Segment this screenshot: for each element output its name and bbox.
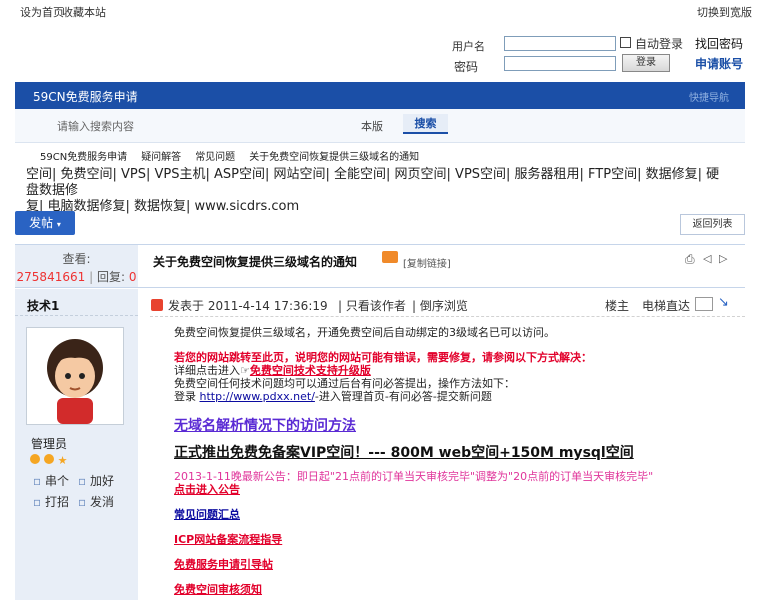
sun-icon [43,454,54,464]
breadcrumb-item[interactable]: 59CN免费服务申请 [40,152,127,163]
new-post-button[interactable]: 发帖 ▾ [15,211,75,235]
online-status-icon [151,299,163,311]
author-sidebar: 技术1 管理员 ★ ▫ 串个 ▫ 加好 ▫ 打招 ▫ 发消 [15,289,138,600]
only-author-link[interactable]: | 只看该作者 [338,297,406,314]
post-meta-bar: 发表于 2011-4-14 17:36:19 | 只看该作者 | 倒序浏览 楼主… [150,295,745,317]
stats-separator: | [89,270,94,284]
poke-icon: ▫ [33,495,42,509]
pipe-separator: | [412,299,420,313]
announcement-text: 2013-1-11晚最新公告：即日起"21点前的订单当天审核完毕"调整为"20点… [174,470,654,483]
pdxx-link[interactable]: http://www.pdxx.net/ [200,390,315,403]
reverse-order-link[interactable]: | 倒序浏览 [412,297,468,314]
search-button[interactable]: 搜索 [403,114,448,134]
poke-label: 打招 [44,495,69,509]
auto-login-label: 自动登录 [635,37,684,51]
register-link[interactable]: 申请账号 [695,55,743,72]
content-paragraph: 免费空间恢复提供三级域名，开通免费空间后自动绑定的3级域名已可以访问。 [174,326,555,339]
views-label: 查看: [62,252,91,266]
hot-icon [382,251,398,263]
content-prefix: 登录 [174,390,196,403]
caret-down-icon: ▾ [56,220,61,229]
add-friend-label: 加好 [89,474,114,488]
poke-link[interactable]: ▫ 打招 [33,493,69,510]
sidebar-divider [15,315,138,316]
ad-line: 复| 电脑数据修复| 数据恢复| www.sicdrs.com [26,199,300,214]
replies-label: 回复: [96,270,125,284]
add-user-icon: ▫ [78,474,87,488]
send-message-label: 串个 [44,474,69,488]
next-thread-icon[interactable]: ▷ [719,252,727,265]
add-friend-link[interactable]: ▫ 加好 [78,472,114,489]
rank-icons: ★ [30,453,68,467]
content-warning: 若您的网站跳转至此页，说明您的网站可能有错误，需要修复，请参阅以下方式解决： [174,351,592,364]
send-message-link[interactable]: ▫ 串个 [33,472,69,489]
search-bar: 请输入搜索内容 本版 搜索 [15,109,745,143]
go-arrow-icon[interactable]: ↘ [718,295,729,310]
floor-label: 楼主 [605,299,630,313]
breadcrumb-item[interactable]: 疑问解答 [141,152,181,163]
avatar[interactable] [26,327,124,425]
jump-floor-label: 电梯直达 [642,299,691,313]
send-pm-link[interactable]: ▫ 发消 [78,493,114,510]
replies-count: 0 [128,270,137,284]
content-suffix: -进入管理首页-有问必答-提交新问题 [314,390,492,403]
breadcrumb-item[interactable]: 常见问题 [195,152,235,163]
apply-guide-link[interactable]: 免费服务申请引导帖 [174,558,734,571]
sun-icon [30,454,40,464]
post-content: 免费空间恢复提供三级域名，开通免费空间后自动绑定的3级域名已可以访问。 若您的网… [174,326,734,596]
post-label: 发帖 [29,216,54,230]
announcement-link[interactable]: 点击进入公告 [174,483,734,496]
pipe-separator: | [338,299,346,313]
breadcrumb: 59CN免费服务申请 疑问解答 常见问题 关于免费空间恢复提供三级域名的通知 [40,148,433,163]
search-scope-select[interactable]: 本版 [361,118,383,134]
only-author-label: 只看该作者 [345,299,406,313]
avatar-illustration [27,328,123,424]
vip-space-link[interactable]: 正式推出免费免备案VIP空间！--- 800M web空间+150M mysql… [174,444,734,462]
switch-wide-link[interactable]: 切换到宽版 [697,4,752,20]
envelope-icon: ▫ [78,495,87,509]
password-input[interactable] [504,56,616,71]
search-input[interactable]: 请输入搜索内容 [57,118,134,134]
faq-link[interactable]: 常见问题汇总 [174,508,734,521]
star-icon: ★ [57,454,68,467]
back-to-list-button[interactable]: 返回列表 [680,214,745,235]
auto-login-checkbox[interactable] [620,37,631,48]
message-icon: ▫ [33,474,42,488]
forgot-password-link[interactable]: 找回密码 [695,35,743,52]
quick-nav-link[interactable]: 快捷导航 [689,89,729,104]
ad-line: 空间| 免费空间| VPS| VPS主机| ASP空间| 网站空间| 全能空间|… [26,167,720,198]
views-count: 275841661 [16,270,86,284]
reverse-order-label: 倒序浏览 [419,299,468,313]
content-paragraph: 免费空间任何技术问题均可以通过后台有问必答提出，操作方法如下： [174,377,515,390]
thread-stats: 查看: 275841661 | 回复: 0 [15,245,138,287]
jump-floor-input[interactable] [695,297,713,311]
username-input[interactable] [504,36,616,51]
prev-thread-icon[interactable]: ◁ [703,252,711,265]
post-time: 发表于 2011-4-14 17:36:19 [168,299,328,313]
author-group: 管理员 [31,437,68,451]
print-icon[interactable]: ⎙ [685,252,695,267]
support-link[interactable]: 免费空间技术支持升级版 [250,364,371,377]
username-label: 用户名 [452,40,485,53]
password-label: 密码 [454,60,479,74]
send-pm-label: 发消 [89,495,114,509]
review-notice-link[interactable]: 免费空间审核须知 [174,583,734,596]
set-homepage-link[interactable]: 设为首页 [20,4,64,20]
author-name[interactable]: 技术1 [27,297,59,314]
thread-title: 关于免费空间恢复提供三级域名的通知 [153,255,358,269]
nav-brand-link[interactable]: 59CN免费服务申请 [33,88,138,105]
breadcrumb-item[interactable]: 关于免费空间恢复提供三级域名的通知 [249,152,419,163]
main-nav: 59CN免费服务申请 快捷导航 [15,82,745,109]
ad-links[interactable]: 空间| 免费空间| VPS| VPS主机| ASP空间| 网站空间| 全能空间|… [26,167,726,215]
no-domain-access-link[interactable]: 无域名解析情况下的访问方法 [174,417,734,435]
content-prefix: 详细点击进入☞ [174,364,250,377]
login-button[interactable]: 登录 [622,54,670,72]
bookmark-link[interactable]: 收藏本站 [62,4,106,20]
thread-header: 查看: 275841661 | 回复: 0 关于免费空间恢复提供三级域名的通知 … [15,244,745,288]
copy-link-button[interactable]: [复制链接] [403,255,451,270]
icp-guide-link[interactable]: ICP网站备案流程指导 [174,533,734,546]
